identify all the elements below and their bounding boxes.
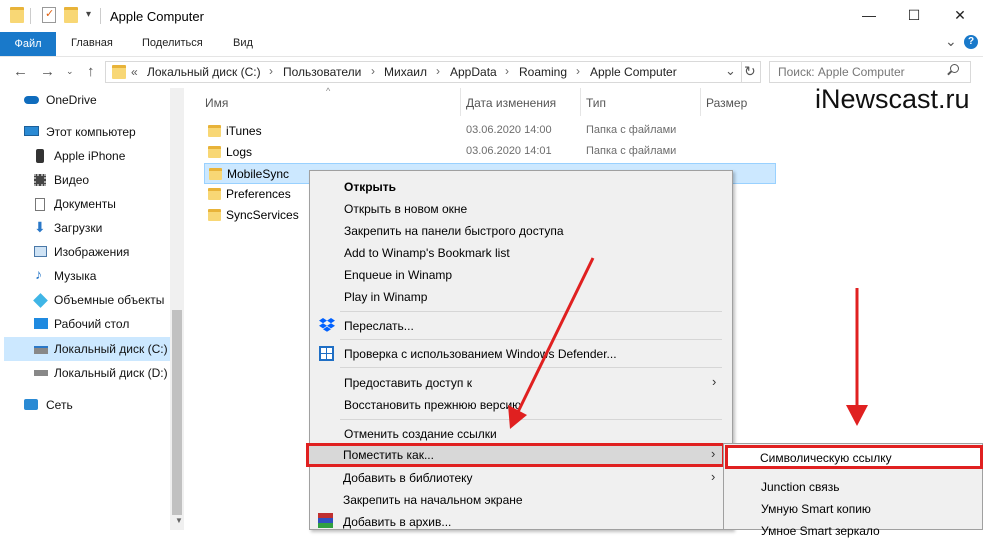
red-arrow-head bbox=[508, 405, 527, 429]
red-arrow-line bbox=[514, 257, 595, 417]
annotation-arrows bbox=[508, 257, 868, 429]
red-arrow-head bbox=[846, 405, 868, 426]
